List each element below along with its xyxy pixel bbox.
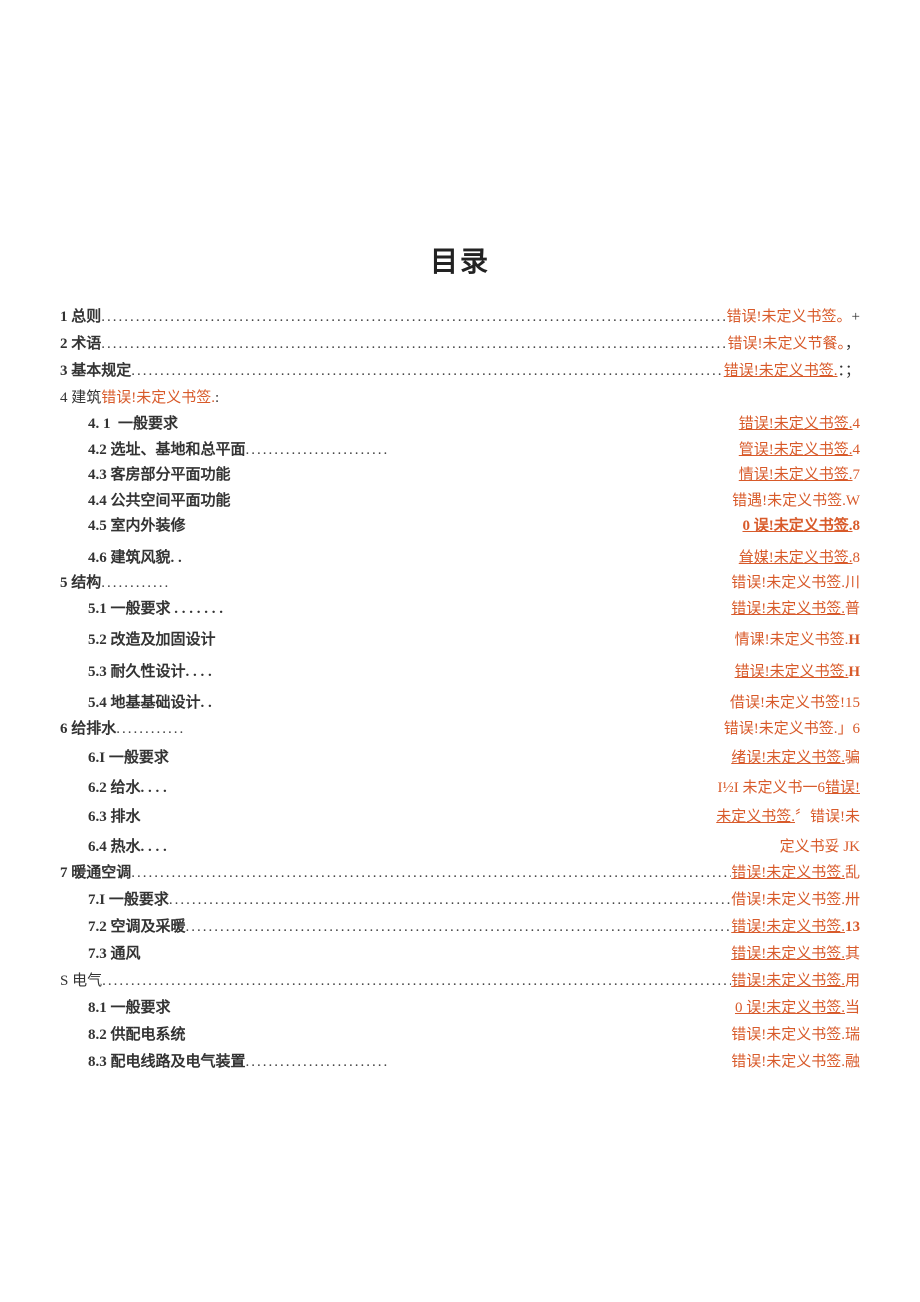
toc-sub-5-3: 5.3 耐久性设计. . . . <box>60 660 420 686</box>
leader-dots <box>186 914 732 941</box>
toc-sub-4-1: 4. 1 一般要求 <box>88 412 448 438</box>
toc-section-5: 5 结构 5.1 一般要求 . . . . . . . 5.2 改造及加固设计 … <box>60 571 860 717</box>
leader-dots <box>246 1049 561 1076</box>
toc-sub-4-4: 4.4 公共空间平面功能 <box>88 489 448 515</box>
leader-dots <box>169 887 731 914</box>
leader-dots <box>101 331 727 358</box>
toc-sub-8-2: 8.2 供配电系统 错误!未定义书签.瑞 <box>60 1022 860 1049</box>
toc-label: 1 总则 <box>60 304 101 331</box>
document-page: 目录 1 总则 错误!未定义书签。+ 2 术语 错误!未定义节餐。， 3 基本规… <box>0 0 920 1302</box>
leader-dots <box>101 304 726 331</box>
toc-sub-8-3: 8.3 配电线路及电气装置 错误!未定义书签.融 <box>60 1049 860 1076</box>
toc-sub-8-1: 8.1 一般要求 0 误!末定义书签.当 <box>60 995 860 1022</box>
toc-sub-6-3: 6.3 排水 <box>60 805 420 831</box>
toc-sub-5-1: 5.1 一般要求 . . . . . . . <box>60 597 420 623</box>
toc-section-6: 6 给排水 6.I 一般要求 6.2 给水. . . . 6.3 排水 6.4 … <box>60 717 860 861</box>
toc-label: 7 暖通空调 <box>60 860 131 887</box>
toc-sub-5-2: 5.2 改造及加固设计 <box>60 628 420 654</box>
toc-sub-7-2: 7.2 空调及采暖 错误!未定义书签.13 <box>60 914 860 941</box>
toc-label: S 电气 <box>60 968 102 995</box>
toc-label: 2 术语 <box>60 331 101 358</box>
toc-sub-4-5: 4.5 室内外装修 <box>88 514 448 540</box>
leader-dots <box>131 358 723 385</box>
toc-label: 4 建筑错误!未定义书签.: <box>60 385 219 412</box>
toc-sub-5-4: 5.4 地基基础设计. . <box>60 691 420 717</box>
toc-right-col: 错误!未定义书签.4 管误!未定义书签.4 情误!未定义书签.7 错遇!未定义书… <box>448 412 860 571</box>
toc-entry-1: 1 总则 错误!未定义书签。+ <box>60 304 860 331</box>
toc-sub-4-2: 4.2 选址、基地和总平面 <box>88 438 448 464</box>
toc-sub-4-3: 4.3 客房部分平面功能 <box>88 463 448 489</box>
toc-sub-7-1: 7.I 一般要求 借误!未定义书签.卅 <box>60 887 860 914</box>
toc-left-col: 4. 1 一般要求 4.2 选址、基地和总平面 4.3 客房部分平面功能 4.4… <box>60 412 448 571</box>
toc-sub-7-3: 7.3 通风 错误!未定义书签.其 <box>60 941 860 968</box>
toc-left-col: 5 结构 5.1 一般要求 . . . . . . . 5.2 改造及加固设计 … <box>60 571 420 717</box>
toc-label: 3 基本规定 <box>60 358 131 385</box>
toc-ref: 错误!未定义节餐。， <box>727 331 860 358</box>
toc-entry-s: S 电气 错误!未定义书签.用 <box>60 968 860 995</box>
toc-left-col: 6 给排水 6.I 一般要求 6.2 给水. . . . 6.3 排水 6.4 … <box>60 717 420 861</box>
toc-title: 目录 <box>60 240 860 280</box>
toc-right-col: 错误!未定义书签.川 错误!未定义书签.普 情课!未定义书签.H 错误!未定义书… <box>420 571 860 717</box>
leader-dots <box>131 860 731 887</box>
toc-ref: 错误!未定义书签.乱 <box>731 860 860 887</box>
toc-sub-6-4: 6.4 热水. . . . <box>60 835 420 861</box>
toc-entry-7: 7 暖通空调 错误!未定义书签.乱 <box>60 860 860 887</box>
leader-dots <box>102 968 731 995</box>
toc-entry-6: 6 给排水 <box>60 717 420 743</box>
toc-sub-6-1: 6.I 一般要求 <box>60 746 420 772</box>
toc-right-col: 错误!未定义书签.」6 绪误!末定义书签. 骗 I½I 未定义书一6 错误! 未… <box>420 717 860 861</box>
toc-sub-4-6: 4.6 建筑风貌. . <box>88 546 448 572</box>
toc-ref: 错误!未定义书签.用 <box>731 968 860 995</box>
leader-dots <box>246 438 448 464</box>
toc-entry-2: 2 术语 错误!未定义节餐。， <box>60 331 860 358</box>
toc-sub-6-2: 6.2 给水. . . . <box>60 776 420 802</box>
toc-ref: 错误!未定义书签。+ <box>727 304 860 331</box>
toc-entry-4: 4 建筑错误!未定义书签.: <box>60 385 860 412</box>
toc-ref: 错误!未定义书签.：； <box>724 358 860 385</box>
toc-entry-5: 5 结构 <box>60 571 420 597</box>
toc-section-4-body: 4. 1 一般要求 4.2 选址、基地和总平面 4.3 客房部分平面功能 4.4… <box>60 412 860 571</box>
toc-entry-3: 3 基本规定 错误!未定义书签.：； <box>60 358 860 385</box>
